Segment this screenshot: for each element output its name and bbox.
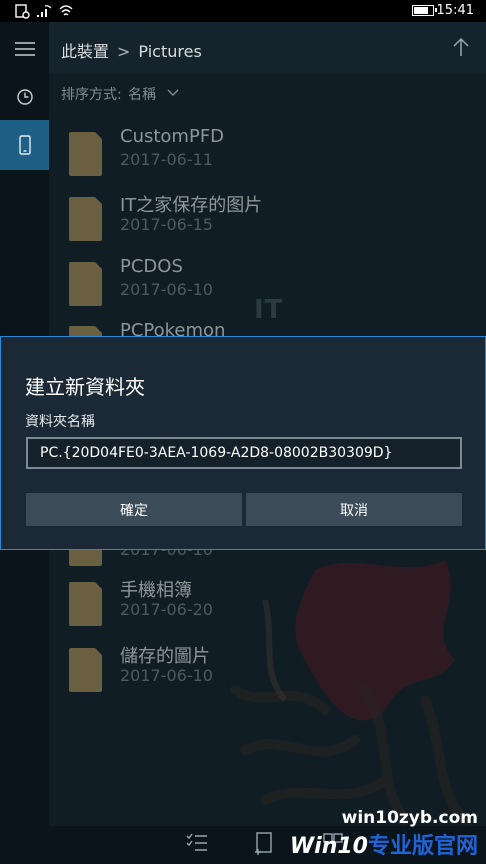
recent-clock-icon	[16, 89, 33, 105]
folder-icon	[69, 196, 103, 241]
status-bar: 15:41	[0, 0, 486, 22]
chevron-down-icon	[167, 89, 179, 96]
brush-watermark-graphic	[230, 560, 470, 825]
arrow-up-icon	[453, 37, 469, 56]
sort-selector[interactable]: 排序方式: 名稱	[61, 84, 179, 104]
brand-logo-text: Win10	[289, 834, 368, 859]
breadcrumb-separator: >	[117, 42, 131, 61]
new-item-button[interactable]	[252, 830, 282, 860]
cancel-button[interactable]: 取消	[246, 493, 462, 526]
site-brand-watermark: win10zyb.com Win10专业版官网	[290, 808, 478, 860]
app-notification-icon	[14, 3, 30, 19]
breadcrumb: 此裝置 > Pictures	[61, 38, 202, 62]
folder-date: 2017-06-15	[120, 215, 213, 234]
status-time: 15:41	[436, 3, 474, 18]
folder-date: 2017-06-11	[120, 150, 213, 169]
select-button[interactable]	[184, 830, 214, 860]
folder-date: 2017-06-10	[120, 280, 213, 299]
folder-name: 儲存的圖片	[120, 646, 210, 667]
up-folder-button[interactable]	[450, 36, 472, 58]
hamburger-menu-button[interactable]	[0, 24, 49, 74]
folder-date: 2017-06-20	[120, 600, 213, 619]
folder-date: 2017-06-10	[120, 666, 213, 685]
folder-name-input[interactable]	[26, 437, 462, 469]
sort-value: 名稱	[128, 87, 157, 103]
device-phone-icon	[18, 135, 31, 155]
it-watermark: IT	[254, 295, 284, 325]
recent-button[interactable]	[0, 72, 49, 122]
folder-icon	[69, 261, 103, 306]
folder-name: IT之家保存的图片	[120, 195, 263, 216]
brand-url: win10zyb.com	[341, 808, 478, 828]
this-device-button[interactable]	[0, 120, 49, 170]
folder-icon	[69, 131, 103, 176]
confirm-button[interactable]: 確定	[26, 493, 242, 526]
folder-item[interactable]: IT之家保存的图片 2017-06-15	[49, 189, 486, 253]
folder-name: PCDOS	[120, 256, 183, 277]
breadcrumb-this-device[interactable]: 此裝置	[61, 42, 109, 61]
select-list-icon	[186, 833, 207, 851]
sort-label: 排序方式:	[61, 87, 122, 103]
folder-name: CustomPFD	[120, 126, 225, 147]
new-file-icon	[255, 832, 272, 855]
wifi-icon	[58, 3, 74, 19]
header: 此裝置 > Pictures	[49, 22, 486, 74]
breadcrumb-pictures[interactable]: Pictures	[138, 42, 201, 61]
folder-name: 手機相簿	[120, 580, 192, 601]
dialog-title: 建立新資料夾	[25, 375, 145, 399]
folder-icon	[69, 647, 103, 692]
brand-logo: Win10专业版官网	[290, 828, 478, 860]
new-folder-dialog: 建立新資料夾 資料夾名稱 確定 取消	[0, 336, 486, 550]
folder-icon	[69, 581, 103, 626]
wifi-signal-icon	[36, 3, 52, 19]
folder-item[interactable]: CustomPFD 2017-06-11	[49, 124, 486, 188]
brand-logo-cn: 专业版官网	[367, 834, 478, 859]
battery-icon	[412, 5, 437, 16]
hamburger-menu-icon	[14, 42, 35, 56]
folder-name-label: 資料夾名稱	[25, 414, 95, 430]
